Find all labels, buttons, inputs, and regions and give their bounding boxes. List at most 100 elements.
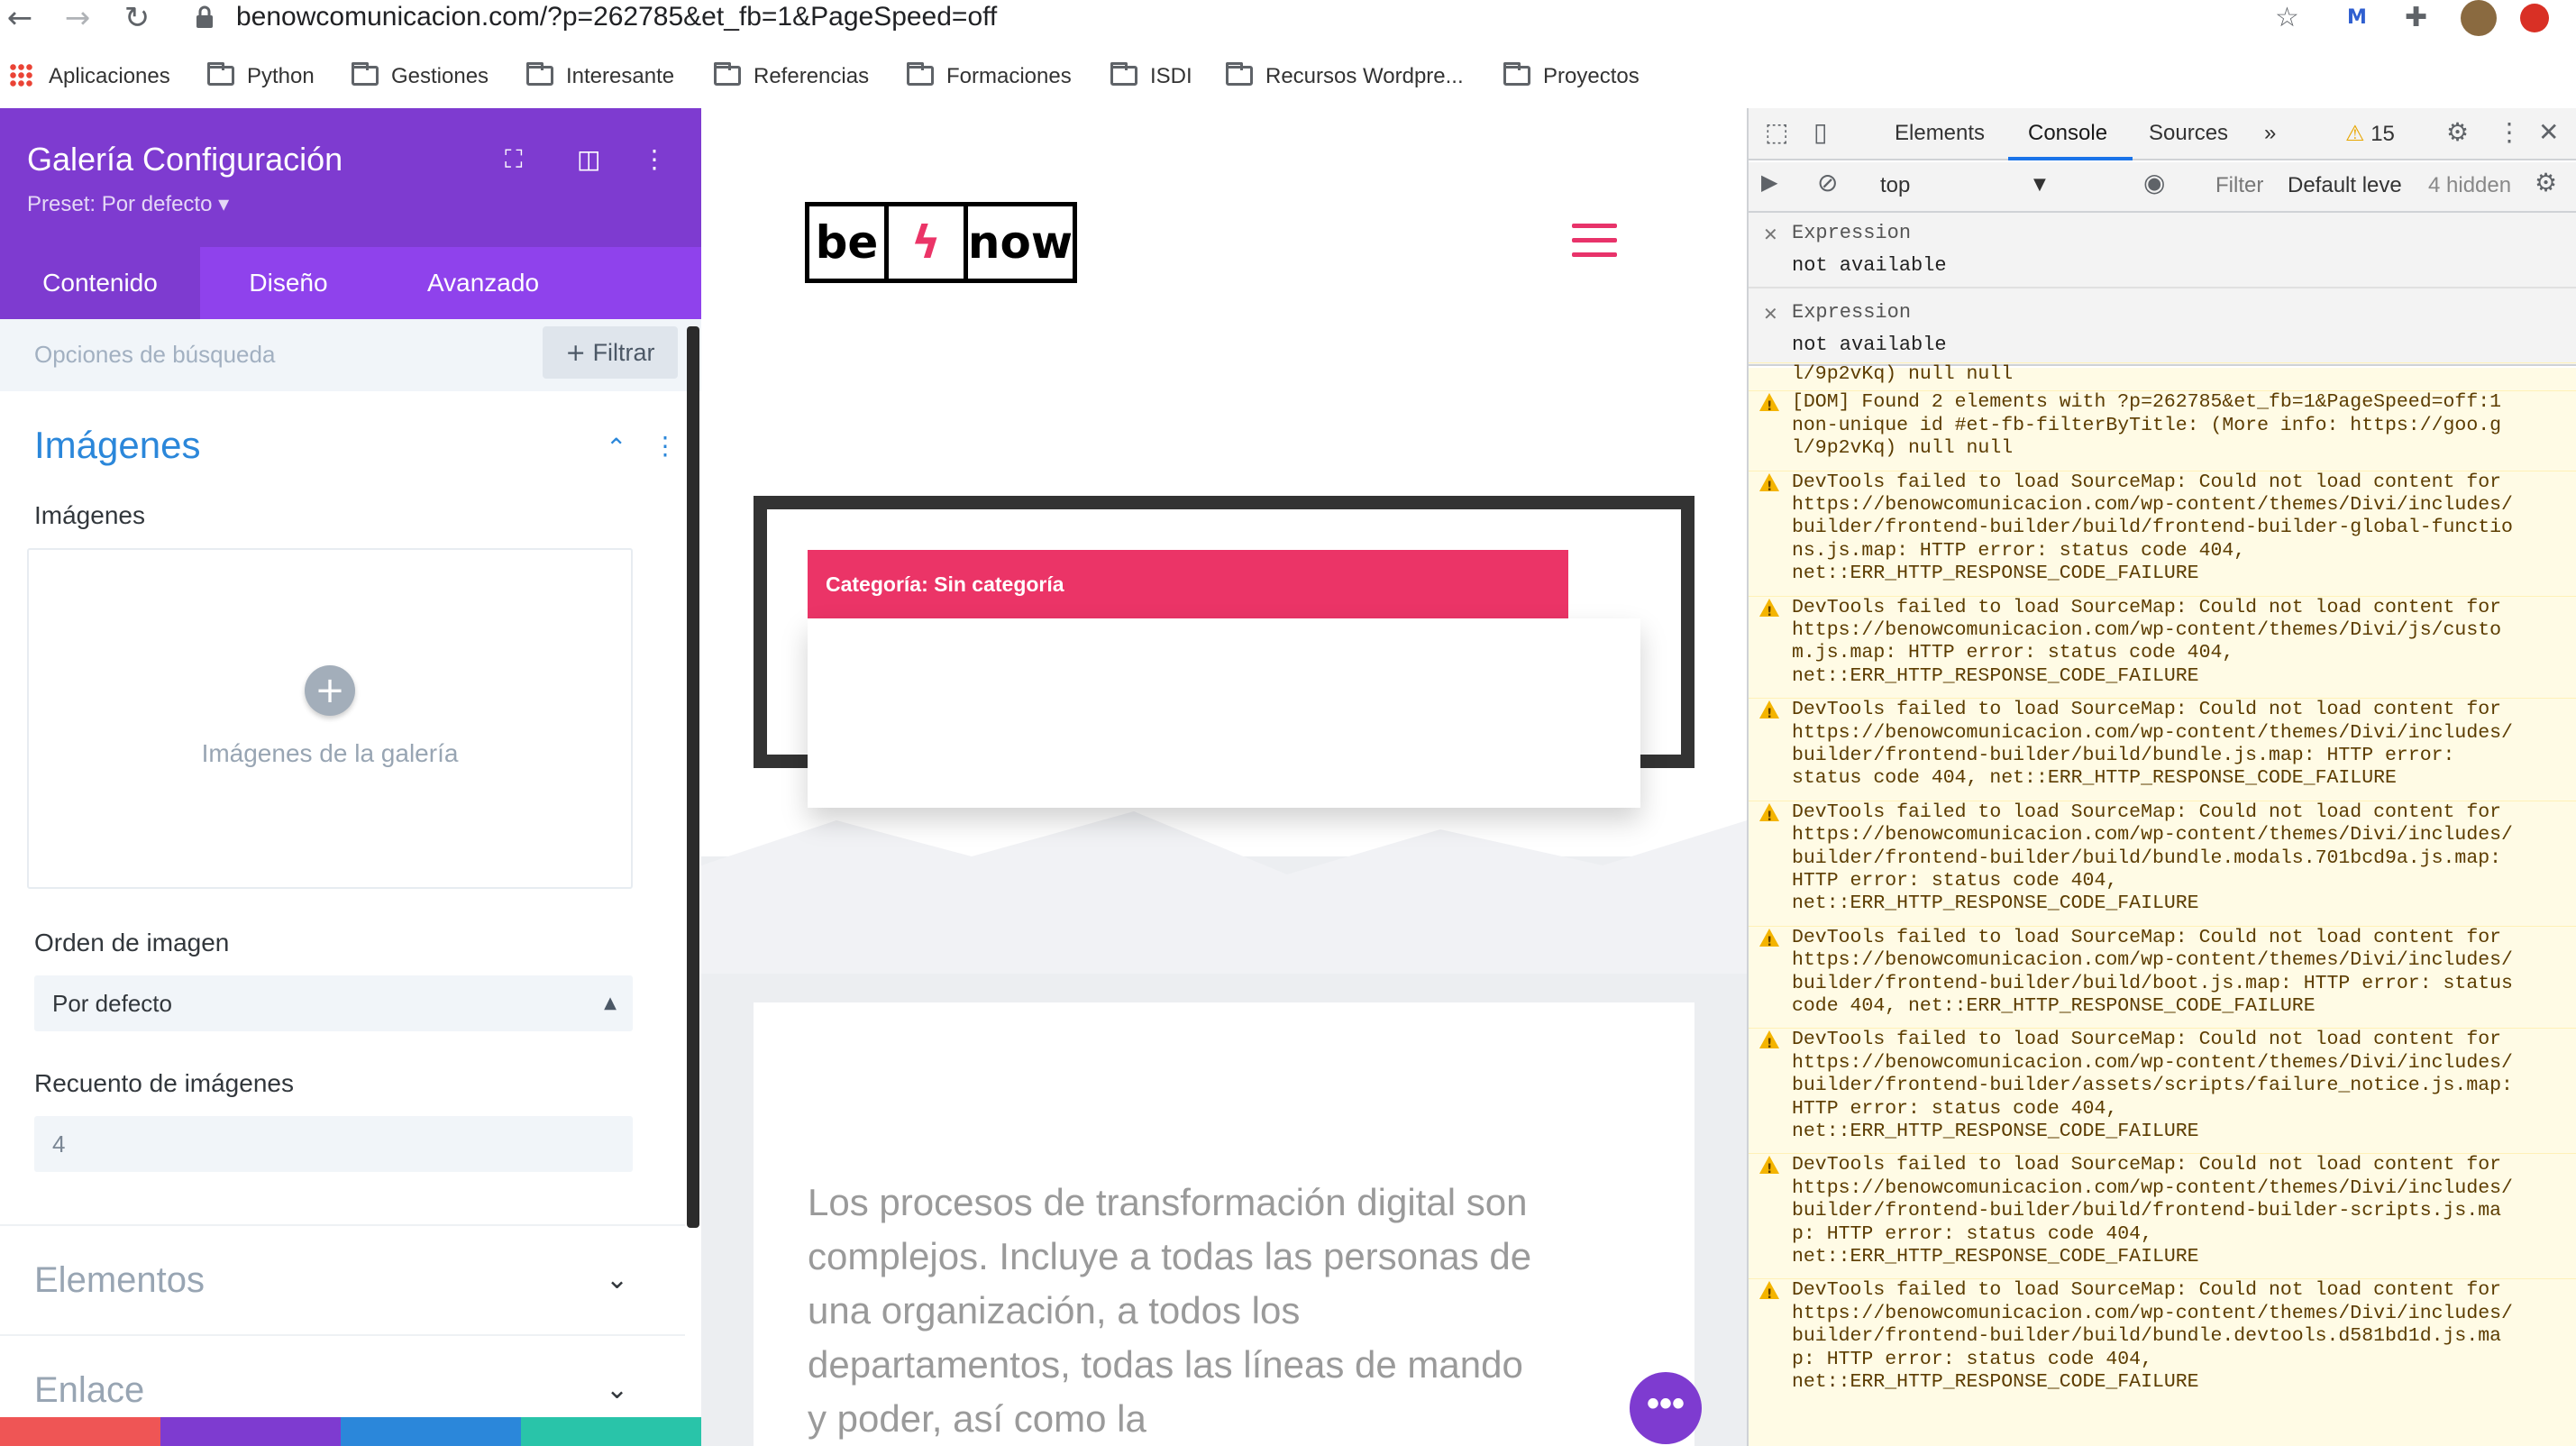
tab-elements[interactable]: Elements [1895, 121, 1985, 146]
tab-avanzado[interactable]: Avanzado [377, 247, 589, 319]
filter-button[interactable]: + Filtrar [543, 326, 678, 379]
divider [1749, 287, 2576, 288]
hamburger-menu-icon[interactable] [1572, 224, 1617, 258]
builder-settings-button[interactable]: ••• [1630, 1372, 1702, 1444]
tab-contenido[interactable]: Contenido [0, 247, 200, 319]
bookmark-apps[interactable]: Aplicaciones [9, 61, 170, 92]
warning-icon: ⚠ [2345, 121, 2365, 146]
logo-now: now [967, 216, 1073, 269]
category-label[interactable]: Categoría: Sin categoría [808, 550, 1568, 618]
warning-icon [1759, 700, 1779, 727]
reload-icon[interactable]: ↻ [119, 0, 155, 36]
context-select[interactable]: top ▼ [1871, 168, 2060, 207]
bookmark-folder[interactable]: Recursos Wordpre... [1226, 61, 1464, 92]
bookmark-folder[interactable]: Formaciones [907, 61, 1072, 92]
more-tabs-icon[interactable]: » [2264, 121, 2276, 146]
hidden-count: 4 hidden [2428, 173, 2512, 197]
warning-counter[interactable]: ⚠ 15 [2345, 121, 2395, 147]
plus-icon: + [565, 339, 587, 367]
bookmark-star-icon[interactable]: ☆ [2275, 0, 2299, 36]
section-title[interactable]: Imágenes [34, 424, 200, 467]
section-elementos[interactable]: Elementos ⌄ [0, 1224, 685, 1334]
section-label: Elementos [34, 1260, 205, 1300]
tab-console[interactable]: Console [2028, 121, 2107, 146]
remove-expression-icon[interactable]: ✕ [1763, 303, 1778, 325]
bookmark-folder[interactable]: ISDI [1110, 61, 1192, 92]
eye-icon[interactable]: ◉ [2143, 168, 2165, 197]
sidebar-toggle-icon[interactable]: ▶ [1761, 169, 1777, 195]
message-text: DevTools failed to load SourceMap: Could… [1792, 926, 2513, 1018]
update-icon[interactable] [2520, 4, 2549, 32]
settings-gear-icon[interactable]: ⚙ [2446, 117, 2469, 147]
device-toolbar-icon[interactable]: ▯ [1813, 117, 1827, 147]
console-warning[interactable]: DevTools failed to load SourceMap: Could… [1749, 470, 2576, 586]
mountain-divider [701, 811, 1747, 974]
order-label: Orden de imagen [34, 929, 230, 956]
message-text: DevTools failed to load SourceMap: Could… [1792, 471, 2513, 585]
bookmark-folder[interactable]: Interesante [526, 61, 674, 92]
expression-name[interactable]: Expression [1792, 301, 1911, 324]
log-levels-select[interactable]: Default leve [2288, 173, 2402, 198]
expand-icon[interactable]: ⛶ [505, 144, 523, 175]
order-select[interactable]: Por defecto ▲ [34, 975, 633, 1031]
console-warning[interactable]: [DOM] Found 2 elements with ?p=262785&et… [1749, 390, 2576, 460]
console-warning[interactable]: DevTools failed to load SourceMap: Could… [1749, 800, 2576, 916]
console-warning[interactable]: DevTools failed to load SourceMap: Could… [1749, 925, 2576, 1019]
console-warning[interactable]: DevTools failed to load SourceMap: Could… [1749, 1028, 2576, 1143]
console-warning[interactable]: DevTools failed to load SourceMap: Could… [1749, 1278, 2576, 1394]
panel-scrollbar[interactable] [687, 326, 699, 1228]
warning-icon [1759, 1281, 1779, 1307]
remove-expression-icon[interactable]: ✕ [1763, 224, 1778, 245]
panel-tabs: Contenido Diseño Avanzado [0, 247, 701, 319]
console-warning[interactable]: DevTools failed to load SourceMap: Could… [1749, 1153, 2576, 1268]
kebab-menu-icon[interactable]: ⋮ [2497, 117, 2522, 147]
tab-sources[interactable]: Sources [2149, 121, 2228, 146]
undo-button[interactable] [160, 1417, 341, 1446]
save-button[interactable] [521, 1417, 701, 1446]
warning-icon [1759, 928, 1779, 954]
close-icon[interactable]: ✕ [2538, 117, 2559, 147]
folder-icon [1226, 62, 1253, 86]
console-message[interactable]: l/9p2vKq) null null [1749, 362, 2576, 386]
expression-name[interactable]: Expression [1792, 222, 1911, 244]
apps-grid-icon [9, 63, 32, 87]
filter-input[interactable]: Filter [2215, 173, 2263, 198]
bookmark-folder[interactable]: Referencias [714, 61, 869, 92]
site-logo[interactable]: be ϟ now [805, 202, 1077, 283]
message-text: l/9p2vKq) null null [1792, 363, 2014, 385]
back-icon[interactable]: ← [2, 0, 38, 36]
chevron-down-icon: ⌄ [606, 1264, 629, 1295]
clear-console-icon[interactable]: ⊘ [1817, 168, 1838, 197]
bookmark-folder[interactable]: Python [207, 61, 315, 92]
section-menu-icon[interactable]: ⋮ [653, 431, 678, 461]
count-label: Recuento de imágenes [34, 1069, 294, 1097]
gallery-upload-area[interactable]: + Imágenes de la galería [27, 548, 633, 889]
search-input[interactable]: Opciones de búsqueda [34, 341, 275, 369]
extensions-puzzle-icon[interactable]: ✚ [2405, 0, 2427, 36]
forward-icon[interactable]: → [59, 0, 96, 36]
message-text: DevTools failed to load SourceMap: Could… [1792, 1154, 2513, 1268]
bookmark-folder[interactable]: Proyectos [1503, 61, 1640, 92]
folder-icon [526, 62, 553, 86]
inspect-icon[interactable]: ⬚ [1765, 117, 1788, 147]
redo-button[interactable] [341, 1417, 521, 1446]
add-image-icon[interactable]: + [305, 665, 355, 716]
more-options-icon[interactable]: ⋮ [642, 144, 667, 174]
console-settings-icon[interactable]: ⚙ [2535, 168, 2557, 197]
avatar[interactable] [2461, 0, 2497, 36]
console-warning[interactable]: DevTools failed to load SourceMap: Could… [1749, 698, 2576, 791]
preset-dropdown[interactable]: Preset: Por defecto ▾ [27, 191, 229, 217]
count-input[interactable]: 4 [34, 1116, 633, 1172]
warning-icon [1759, 1156, 1779, 1182]
active-tab-indicator [2008, 157, 2133, 160]
bookmark-folder[interactable]: Gestiones [352, 61, 489, 92]
layout-icon[interactable]: ◫ [577, 144, 600, 174]
bolt-icon: ϟ [889, 206, 968, 279]
chevron-up-icon[interactable]: ⌃ [606, 433, 626, 462]
extension-m-icon[interactable]: M [2347, 0, 2367, 36]
tab-diseno[interactable]: Diseño [200, 247, 377, 319]
discard-button[interactable] [0, 1417, 160, 1446]
search-row: Opciones de búsqueda + Filtrar [0, 319, 701, 391]
address-bar[interactable]: benowcomunicacion.com/?p=262785&et_fb=1&… [236, 2, 997, 32]
console-warning[interactable]: DevTools failed to load SourceMap: Could… [1749, 595, 2576, 689]
